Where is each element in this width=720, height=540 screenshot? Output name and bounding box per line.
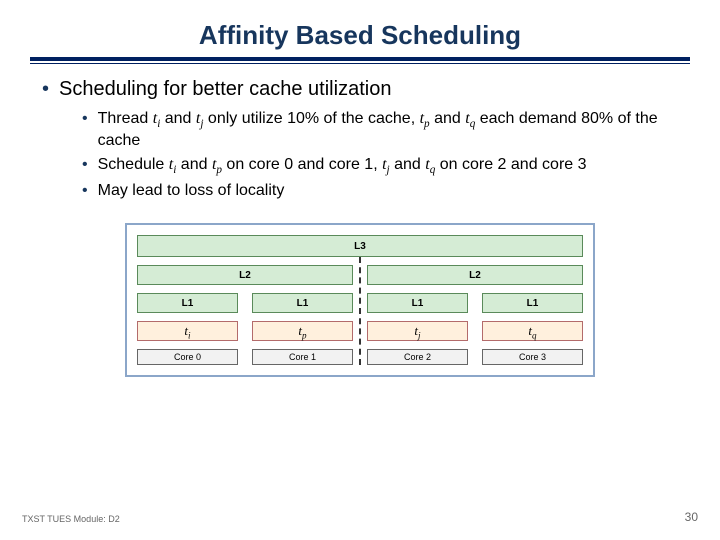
l1-cache: L1	[367, 293, 468, 313]
bullet-dot: •	[82, 109, 88, 151]
bullet1-text: Scheduling for better cache utilization	[59, 78, 391, 101]
l3-cache: L3	[137, 235, 583, 257]
core-box: Core 2	[367, 349, 468, 365]
sub-bullets: • Thread ti and tj only utilize 10% of t…	[82, 109, 690, 201]
l2-cache-right: L2	[367, 265, 583, 285]
l2-cache-left: L2	[137, 265, 353, 285]
bullet-dot: •	[82, 155, 88, 177]
slide: Affinity Based Scheduling • Scheduling f…	[0, 0, 720, 540]
footer-left: TXST TUES Module: D2	[22, 514, 120, 524]
title-rule	[30, 57, 690, 64]
l1-cache: L1	[137, 293, 238, 313]
thread-box: tp	[252, 321, 353, 341]
cluster-divider	[359, 257, 361, 365]
slide-number: 30	[685, 510, 698, 524]
sub-bullet-1-text: Thread ti and tj only utilize 10% of the…	[98, 109, 690, 151]
l1-cache: L1	[252, 293, 353, 313]
core-box: Core 1	[252, 349, 353, 365]
sub-bullet-2-text: Schedule ti and tp on core 0 and core 1,…	[98, 155, 587, 177]
sub-bullet-3: • May lead to loss of locality	[82, 181, 690, 201]
sub-bullet-1: • Thread ti and tj only utilize 10% of t…	[82, 109, 690, 151]
sub-bullet-3-text: May lead to loss of locality	[98, 181, 285, 201]
cache-diagram: L3 L2 L2 L1 L1 L1 L1 ti tp tj tq	[125, 223, 595, 377]
sub-bullet-2: • Schedule ti and tp on core 0 and core …	[82, 155, 690, 177]
bullet-dot: •	[82, 181, 88, 201]
core-box: Core 3	[482, 349, 583, 365]
thread-box: ti	[137, 321, 238, 341]
core-box: Core 0	[137, 349, 238, 365]
thread-box: tq	[482, 321, 583, 341]
bullet-level1: • Scheduling for better cache utilizatio…	[42, 78, 690, 101]
slide-title: Affinity Based Scheduling	[30, 20, 690, 51]
bullet-dot: •	[42, 78, 49, 101]
l1-cache: L1	[482, 293, 583, 313]
bullet-list: • Scheduling for better cache utilizatio…	[30, 78, 690, 201]
thread-box: tj	[367, 321, 468, 341]
